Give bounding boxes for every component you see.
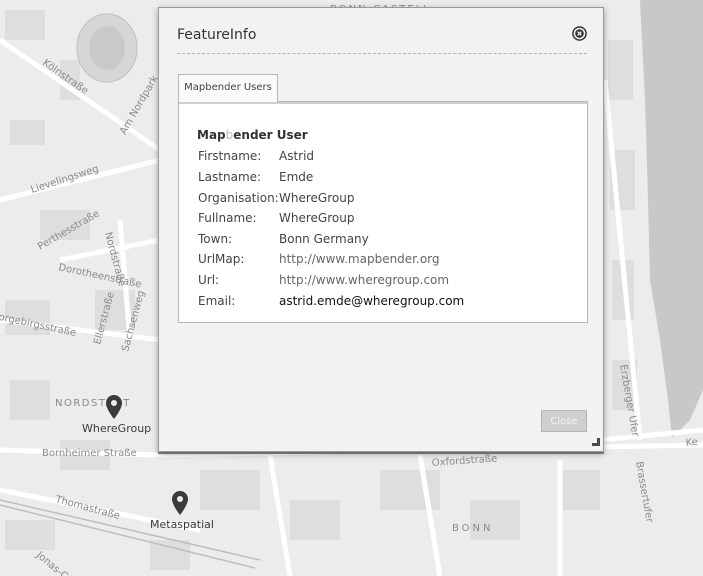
- dialog-title: FeatureInfo: [177, 27, 257, 43]
- email-link[interactable]: astrid.emde@wheregroup.com: [279, 294, 464, 308]
- featureinfo-dialog: FeatureInfo Mapbender Users Mapbender Us…: [158, 7, 604, 452]
- field-label: Email:: [198, 294, 236, 308]
- field-label: Town:: [198, 232, 233, 246]
- close-circle-icon[interactable]: [572, 26, 587, 41]
- map-marker-icon[interactable]: [172, 491, 188, 515]
- place-label-bonn: BONN: [452, 523, 494, 534]
- field-value: Emde: [279, 170, 314, 184]
- urlmap-link[interactable]: http://www.mapbender.org: [279, 252, 440, 266]
- panel-top-border: [179, 102, 587, 104]
- feature-heading: Mapbender User: [197, 128, 308, 142]
- field-value: WhereGroup: [279, 191, 355, 205]
- field-value: Astrid: [279, 149, 315, 163]
- title-divider: [177, 53, 587, 54]
- marker-label: Metaspatial: [150, 518, 214, 531]
- tab-mapbender-users[interactable]: Mapbender Users: [178, 74, 278, 102]
- map-marker-icon[interactable]: [106, 395, 122, 419]
- field-label: Fullname:: [198, 211, 257, 225]
- field-label: Lastname:: [198, 170, 262, 184]
- street-label: Bornheimer Straße: [42, 448, 137, 459]
- resize-handle-icon[interactable]: [592, 438, 600, 446]
- tab-panel: Mapbender User Firstname: Astrid Lastnam…: [178, 101, 588, 323]
- field-label: Organisation:: [198, 191, 279, 205]
- field-value: WhereGroup: [279, 211, 355, 225]
- field-label: UrlMap:: [198, 252, 245, 266]
- field-label: Url:: [198, 273, 220, 287]
- marker-label: WhereGroup: [82, 422, 152, 435]
- close-button[interactable]: Close: [541, 410, 587, 432]
- street-label: Ke: [685, 437, 698, 449]
- field-label: Firstname:: [198, 149, 262, 163]
- url-link[interactable]: http://www.wheregroup.com: [279, 273, 449, 287]
- field-value: Bonn Germany: [279, 232, 369, 246]
